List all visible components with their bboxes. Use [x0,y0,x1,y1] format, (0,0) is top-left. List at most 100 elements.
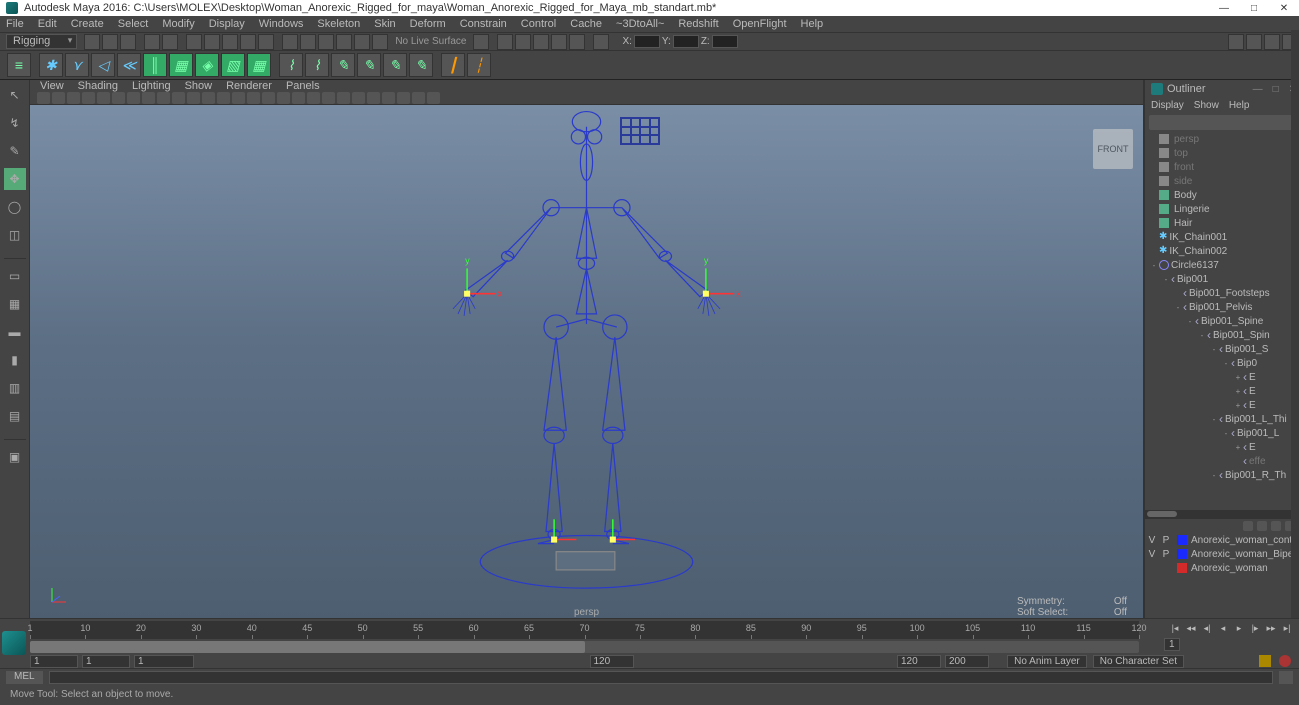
outliner-menu-display[interactable]: Display [1151,100,1184,111]
pt-wireframe-icon[interactable] [157,92,170,104]
pt-msaa-icon[interactable] [307,92,320,104]
layout-two-v-icon[interactable]: ▮ [4,349,26,371]
layer-playback-toggle[interactable]: P [1159,549,1173,560]
expand-icon[interactable]: + [1233,373,1243,382]
shelf-lattice-icon[interactable]: ▦ [169,53,193,77]
menu-control[interactable]: Control [521,18,556,30]
step-back-icon[interactable]: ◂| [1200,621,1214,635]
outliner-item[interactable]: -‹Bip001_Spin [1149,328,1299,342]
menu-file[interactable]: File [6,18,24,30]
layer-vis-toggle[interactable]: V [1145,549,1159,560]
menu-openflight[interactable]: OpenFlight [733,18,787,30]
pt-exposure-icon[interactable] [352,92,365,104]
pt-resolution-icon[interactable] [127,92,140,104]
sel-mask-1-icon[interactable] [240,34,256,50]
shelf-mirror-joint-icon[interactable]: ≪ [117,53,141,77]
outliner-item[interactable]: front [1149,160,1299,174]
menu-skeleton[interactable]: Skeleton [317,18,360,30]
auto-key-icon[interactable] [1259,655,1271,667]
win-min-icon[interactable]: — [1209,0,1239,16]
shelf-ikSpline-icon[interactable]: ◁ [91,53,115,77]
step-forward-key-icon[interactable]: ▸▸ [1264,621,1278,635]
undo-icon[interactable] [144,34,160,50]
pt-camera-icon[interactable] [37,92,50,104]
outliner-item[interactable]: Lingerie [1149,202,1299,216]
panel-menu-shading[interactable]: Shading [78,80,118,92]
outliner-item[interactable]: -Circle6137 [1149,258,1299,272]
layer-move-down-icon[interactable] [1257,521,1267,531]
range-start-input[interactable]: 1 [30,655,78,668]
outliner-item[interactable]: persp [1149,132,1299,146]
outliner-item[interactable]: +‹E [1149,398,1299,412]
outliner-item[interactable]: +‹E [1149,370,1299,384]
menu-redshift[interactable]: Redshift [678,18,718,30]
layout-single-icon[interactable]: ▭ [4,265,26,287]
shelf-parent-constrain-icon[interactable]: ┃ [441,53,465,77]
play-forward-icon[interactable]: ▸ [1232,621,1246,635]
render-frame-icon[interactable] [497,34,513,50]
layer-color-swatch[interactable] [1177,563,1187,573]
outliner-item[interactable]: Body [1149,188,1299,202]
outliner-item[interactable]: +‹E [1149,440,1299,454]
ipr-render-icon[interactable] [515,34,531,50]
sel-component-icon[interactable] [222,34,238,50]
menu-3dtoall[interactable]: ~3DtoAll~ [616,18,664,30]
layout-two-h-icon[interactable]: ▬ [4,321,26,343]
expand-icon[interactable]: - [1149,261,1159,270]
pt-bookmark-icon[interactable] [52,92,65,104]
snap-point-icon[interactable] [318,34,334,50]
pt-xray-icon[interactable] [247,92,260,104]
outliner-max-icon[interactable]: □ [1273,84,1279,95]
open-scene-icon[interactable] [102,34,118,50]
win-close-icon[interactable]: ✕ [1269,0,1299,16]
pt-gate-icon[interactable] [112,92,125,104]
layer-add-empty-icon[interactable] [1271,521,1281,531]
expand-icon[interactable]: - [1185,317,1195,326]
shelf-blend-icon[interactable]: ▦ [247,53,271,77]
right-scrollbar[interactable] [1291,30,1299,618]
outliner-item[interactable]: -‹Bip001_Pelvis [1149,300,1299,314]
menu-display[interactable]: Display [209,18,245,30]
outliner-tree[interactable]: persptopfrontsideBodyLingerieHair✱IK_Cha… [1145,132,1299,508]
outliner-item[interactable]: Hair [1149,216,1299,230]
menu-select[interactable]: Select [118,18,149,30]
script-editor-icon[interactable] [1279,671,1293,684]
pt-xrayjoints-icon[interactable] [262,92,275,104]
live-surface-label[interactable]: No Live Surface [395,36,466,47]
expand-icon[interactable]: + [1233,401,1243,410]
shelf-orient-joint-icon[interactable]: ║ [143,53,167,77]
play-back-icon[interactable]: ◂ [1216,621,1230,635]
outliner-item[interactable]: -‹Bip001_L [1149,426,1299,440]
playback-start-input[interactable]: 1 [82,655,130,668]
current-frame-input[interactable]: 1 [134,655,194,668]
attribute-editor-icon[interactable] [1246,34,1262,50]
pt-bg-icon[interactable] [397,92,410,104]
new-scene-icon[interactable] [84,34,100,50]
outliner-item[interactable]: side [1149,174,1299,188]
shelf-joint-icon[interactable]: ✱ [39,53,63,77]
shelf-tabs-icon[interactable]: ≡ [7,53,31,77]
outliner-item[interactable]: ✱IK_Chain001 [1149,230,1299,244]
outliner-item[interactable]: ✱IK_Chain002 [1149,244,1299,258]
menu-help[interactable]: Help [801,18,824,30]
scale-tool-icon[interactable]: ◫ [4,224,26,246]
modeling-toolkit-icon[interactable] [1228,34,1244,50]
pt-grid-icon[interactable] [97,92,110,104]
layer-playback-toggle[interactable]: P [1159,535,1173,546]
render-globals-icon[interactable] [569,34,585,50]
expand-icon[interactable]: + [1233,387,1243,396]
construction-history-icon[interactable] [473,34,489,50]
snap-live-icon[interactable] [354,34,370,50]
layer-row[interactable]: VPAnorexic_woman_Bipe [1145,547,1299,561]
menu-constrain[interactable]: Constrain [460,18,507,30]
outliner-item[interactable]: -‹Bip0 [1149,356,1299,370]
timeline-ruler[interactable]: 1102030404550556065707580859095100105110… [30,621,1139,639]
playback-end-input[interactable]: 120 [590,655,634,668]
layer-color-swatch[interactable] [1177,535,1187,545]
animation-end-input[interactable]: 200 [945,655,989,668]
sel-mask-2-icon[interactable] [258,34,274,50]
outliner-item[interactable]: top [1149,146,1299,160]
outliner-h-scrollbar[interactable] [1145,510,1299,518]
menu-skin[interactable]: Skin [374,18,395,30]
render-settings-icon[interactable] [533,34,549,50]
